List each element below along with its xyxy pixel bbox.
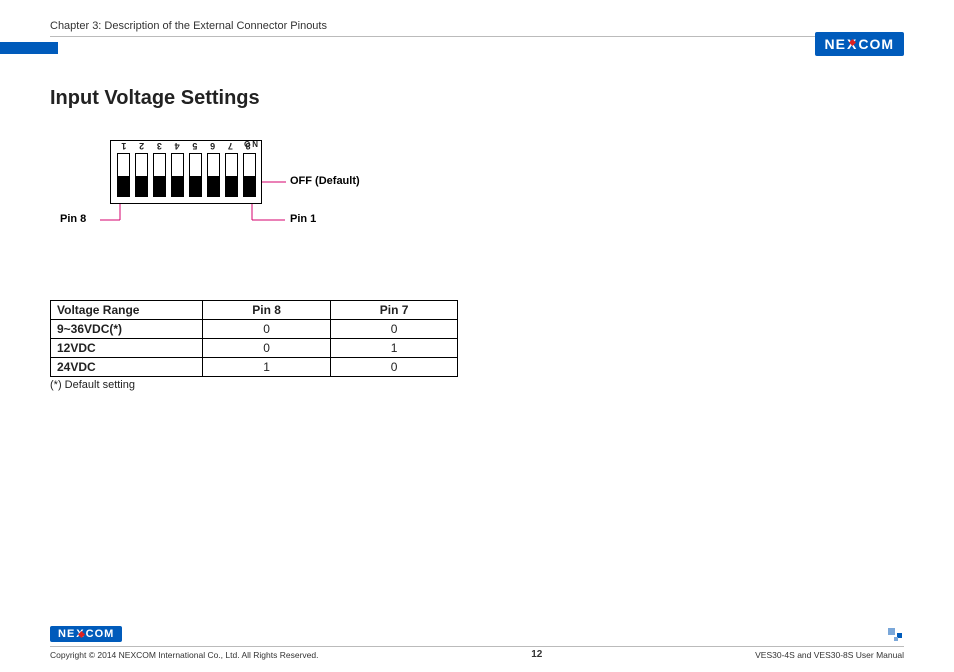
brand-x: X [76, 628, 84, 640]
dip-switch [171, 153, 184, 197]
dip-switch [189, 153, 202, 197]
cell: 12VDC [51, 339, 203, 358]
voltage-table: Voltage Range Pin 8 Pin 7 9~36VDC(*) 0 0… [50, 300, 458, 377]
pin8-label: Pin 8 [60, 213, 86, 225]
dip-num-5: 5 [192, 141, 197, 151]
header-rule: NEXCOM [50, 36, 904, 37]
brand-prefix: NE [825, 36, 846, 52]
dip-switch [135, 153, 148, 197]
dip-num-1: 1 [121, 141, 126, 151]
off-default-label: OFF (Default) [290, 175, 360, 187]
dip-switch [225, 153, 238, 197]
cell: 0 [202, 339, 330, 358]
cell: 1 [202, 358, 330, 377]
cell: 24VDC [51, 358, 203, 377]
copyright-text: Copyright © 2014 NEXCOM International Co… [50, 650, 318, 660]
dip-switch-body: NO 1 2 3 4 5 6 7 8 [110, 140, 262, 204]
page-number: 12 [531, 649, 542, 660]
dip-switches-row [111, 153, 261, 197]
cell: 0 [331, 358, 458, 377]
brand-prefix: NE [58, 628, 75, 640]
cell: 1 [331, 339, 458, 358]
dip-switch [243, 153, 256, 197]
col-pin7: Pin 7 [331, 301, 458, 320]
cell: 0 [331, 320, 458, 339]
dip-num-8: 8 [246, 141, 251, 151]
table-footnote: (*) Default setting [50, 379, 904, 391]
dip-num-2: 2 [139, 141, 144, 151]
table-header-row: Voltage Range Pin 8 Pin 7 [51, 301, 458, 320]
table-row: 12VDC 0 1 [51, 339, 458, 358]
manual-name: VES30-4S and VES30-8S User Manual [755, 650, 904, 660]
cell: 9~36VDC(*) [51, 320, 203, 339]
brand-suffix: COM [858, 36, 894, 52]
chapter-title: Chapter 3: Description of the External C… [50, 20, 904, 32]
dip-num-3: 3 [157, 141, 162, 151]
page-footer: NEXCOM Copyright © 2014 NEXCOM Internati… [50, 624, 904, 660]
brand-x: X [847, 36, 857, 52]
dip-num-4: 4 [175, 141, 180, 151]
footer-logo: NEXCOM [50, 624, 904, 642]
dip-switch-diagram: NO 1 2 3 4 5 6 7 8 [60, 140, 460, 260]
dip-switch [207, 153, 220, 197]
cell: 0 [202, 320, 330, 339]
side-tab [0, 42, 58, 54]
dip-numbers: 1 2 3 4 5 6 7 8 [111, 141, 261, 152]
table-row: 24VDC 1 0 [51, 358, 458, 377]
table-row: 9~36VDC(*) 0 0 [51, 320, 458, 339]
dip-switch [153, 153, 166, 197]
dip-switch [117, 153, 130, 197]
brand-logo: NEXCOM [815, 32, 904, 56]
brand-suffix: COM [86, 628, 115, 640]
pin1-label: Pin 1 [290, 213, 316, 225]
dip-num-7: 7 [228, 141, 233, 151]
dip-num-6: 6 [210, 141, 215, 151]
col-voltage-range: Voltage Range [51, 301, 203, 320]
col-pin8: Pin 8 [202, 301, 330, 320]
footer-rule [50, 646, 904, 647]
section-title: Input Voltage Settings [50, 87, 904, 110]
